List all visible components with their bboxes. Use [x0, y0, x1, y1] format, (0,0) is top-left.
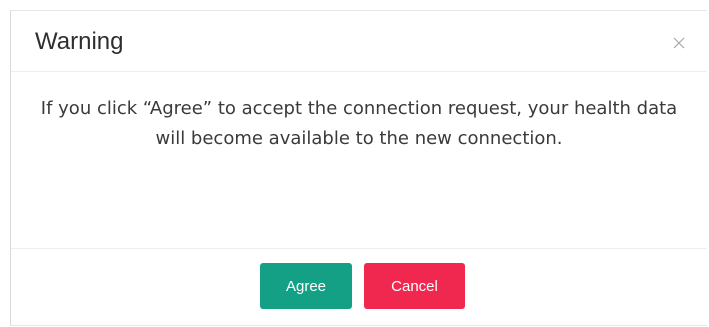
close-icon [673, 37, 685, 49]
dialog-body: If you click “Agree” to accept the conne… [11, 72, 707, 249]
close-button[interactable] [673, 35, 689, 51]
dialog-header: Warning [11, 11, 707, 72]
cancel-button[interactable]: Cancel [364, 263, 465, 309]
warning-dialog: Warning If you click “Agree” to accept t… [10, 10, 707, 326]
dialog-message: If you click “Agree” to accept the conne… [40, 98, 678, 149]
dialog-footer: Agree Cancel [11, 249, 707, 326]
dialog-title: Warning [35, 28, 124, 55]
agree-button[interactable]: Agree [260, 263, 352, 309]
